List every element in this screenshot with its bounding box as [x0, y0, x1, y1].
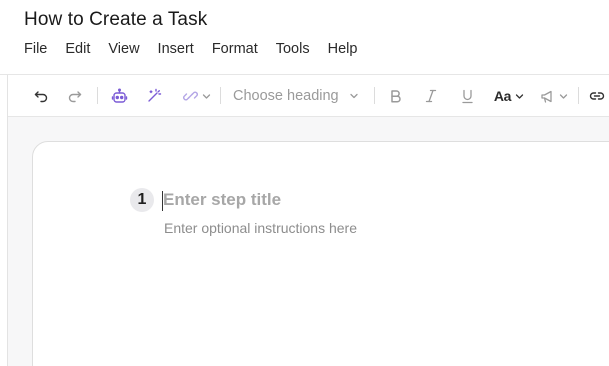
- menu-tools[interactable]: Tools: [276, 41, 310, 57]
- undo-icon: [34, 91, 48, 103]
- announcement-button[interactable]: [537, 84, 571, 108]
- step-card: [32, 141, 609, 366]
- chevron-down-icon: [349, 93, 358, 99]
- font-size-icon: Aa: [493, 88, 512, 104]
- ai-assistant-button[interactable]: [108, 84, 130, 108]
- chevron-down-icon: [559, 93, 568, 99]
- menu-edit[interactable]: Edit: [65, 41, 90, 57]
- italic-button[interactable]: [421, 84, 441, 108]
- toolbar-separator: [220, 87, 221, 104]
- step-number-badge: 1: [130, 188, 154, 212]
- text-cursor: [162, 191, 163, 211]
- menu-file[interactable]: File: [24, 41, 47, 57]
- underline-button[interactable]: [457, 84, 477, 108]
- toolbar-separator: [578, 87, 579, 104]
- announcement-icon: [541, 90, 552, 103]
- undo-button[interactable]: [30, 84, 52, 108]
- ai-assistant-icon: [111, 88, 127, 103]
- bold-icon: [390, 90, 401, 103]
- heading-select[interactable]: Choose heading: [233, 85, 359, 107]
- toolbar-separator: [374, 87, 375, 104]
- magic-wand-icon: [148, 88, 162, 102]
- magic-wand-button[interactable]: [143, 84, 165, 108]
- bold-button[interactable]: [385, 84, 405, 108]
- header: How to Create a Task File Edit View Inse…: [0, 0, 609, 75]
- link-dropdown-button[interactable]: [178, 84, 214, 108]
- redo-button[interactable]: [64, 84, 86, 108]
- insert-link-button[interactable]: [587, 84, 607, 108]
- step-instructions-input[interactable]: Enter optional instructions here: [164, 220, 357, 236]
- link-chain-icon: [182, 91, 198, 101]
- heading-select-label: Choose heading: [233, 88, 339, 104]
- menu-view[interactable]: View: [108, 41, 139, 57]
- chevron-down-icon: [515, 93, 524, 99]
- document-title[interactable]: How to Create a Task: [24, 9, 207, 31]
- menu-format[interactable]: Format: [212, 41, 258, 57]
- menu-help[interactable]: Help: [328, 41, 358, 57]
- menu-insert[interactable]: Insert: [158, 41, 194, 57]
- redo-icon: [68, 91, 82, 103]
- toolbar: Choose heading Aa: [8, 75, 609, 117]
- menu-bar: File Edit View Insert Format Tools Help: [24, 41, 375, 57]
- step-title-input[interactable]: Enter step title: [163, 190, 281, 210]
- chevron-down-icon: [202, 93, 210, 99]
- underline-icon: [461, 89, 473, 103]
- italic-icon: [425, 89, 437, 103]
- toolbar-separator: [97, 87, 98, 104]
- link-icon: [589, 92, 605, 100]
- font-size-button[interactable]: Aa: [492, 84, 526, 108]
